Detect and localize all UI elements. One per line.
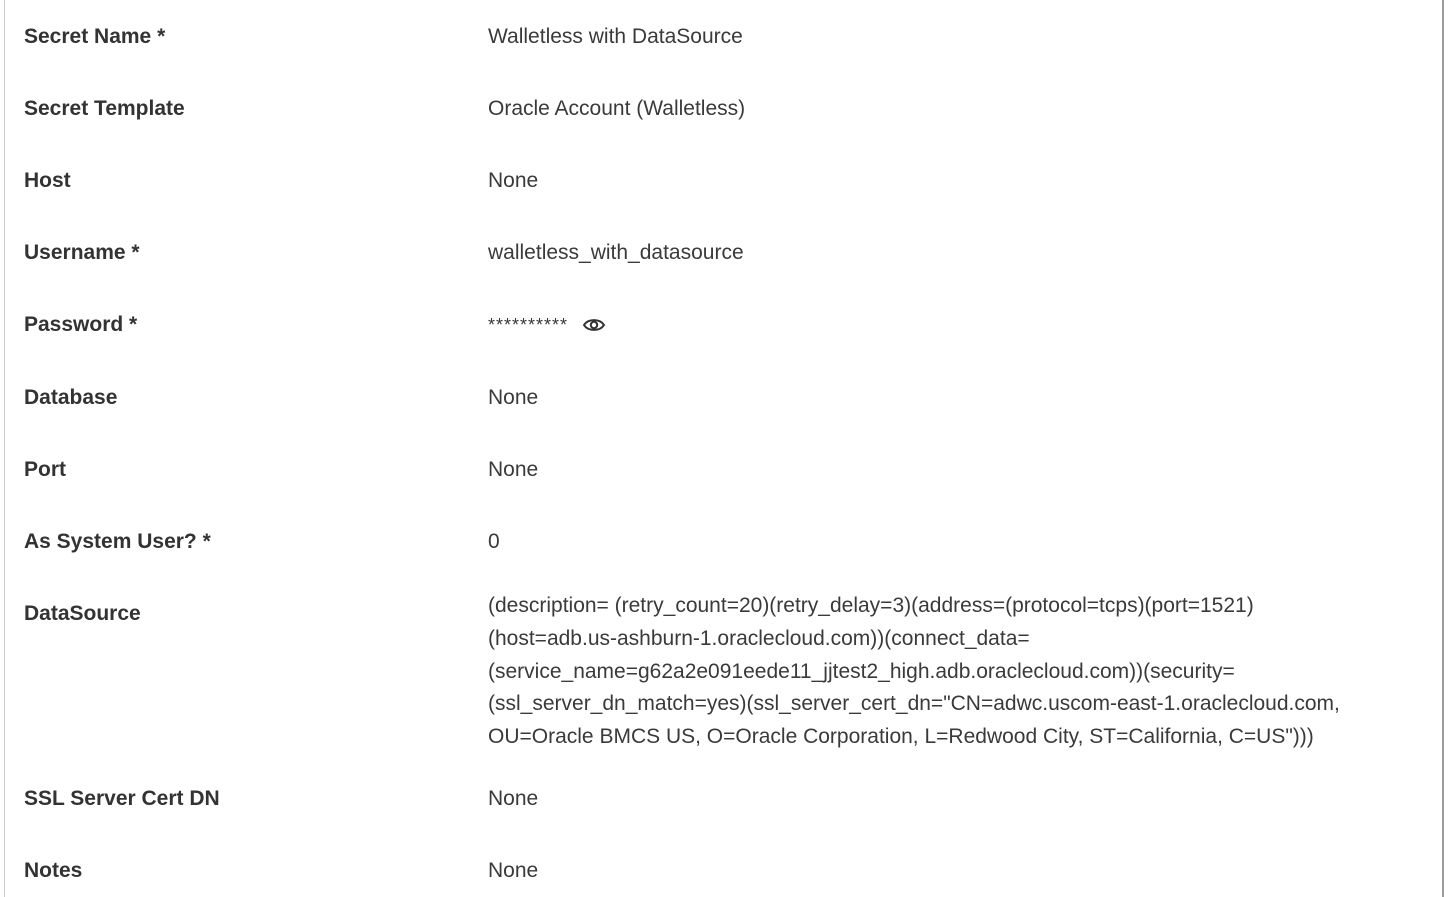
field-value: walletless_with_datasource bbox=[488, 241, 744, 264]
field-label: Port bbox=[24, 458, 66, 481]
field-value: 0 bbox=[488, 530, 500, 553]
field-label: Secret Name * bbox=[24, 25, 166, 48]
field-label: SSL Server Cert DN bbox=[24, 787, 220, 810]
field-value: Oracle Account (Walletless) bbox=[488, 97, 746, 120]
field-value: None bbox=[488, 386, 539, 409]
field-value: Walletless with DataSource bbox=[488, 25, 743, 48]
datasource-line: (service_name=g62a2e091eede11_jjtest2_hi… bbox=[488, 659, 1235, 683]
field-label: Database bbox=[24, 386, 118, 409]
datasource-line: (description= (retry_count=20)(retry_del… bbox=[488, 594, 1254, 617]
password-mask: ********** bbox=[488, 314, 569, 335]
datasource-line: (ssl_server_dn_match=yes)(ssl_server_cer… bbox=[488, 692, 1340, 716]
field-label: Password * bbox=[24, 313, 138, 336]
field-value: None bbox=[488, 859, 539, 882]
datasource-line: OU=Oracle BMCS US, O=Oracle Corporation,… bbox=[488, 725, 1314, 749]
datasource-line: (host=adb.us-ashburn-1.oraclecloud.com))… bbox=[488, 626, 1030, 650]
password-value: ********** bbox=[488, 313, 1440, 337]
eye-icon[interactable] bbox=[582, 316, 606, 334]
field-label: Secret Template bbox=[24, 97, 185, 120]
field-value: None bbox=[488, 458, 539, 481]
field-label: Username * bbox=[24, 241, 140, 264]
scrollbar[interactable] bbox=[1442, 0, 1444, 897]
field-label: Notes bbox=[24, 859, 83, 882]
field-value: None bbox=[488, 169, 539, 192]
field-value: None bbox=[488, 787, 539, 810]
datasource-value: (description= (retry_count=20)(retry_del… bbox=[488, 590, 1440, 754]
field-label: DataSource bbox=[24, 602, 141, 625]
left-border bbox=[4, 0, 5, 897]
field-label: Host bbox=[24, 169, 71, 192]
field-label: As System User? * bbox=[24, 530, 211, 553]
